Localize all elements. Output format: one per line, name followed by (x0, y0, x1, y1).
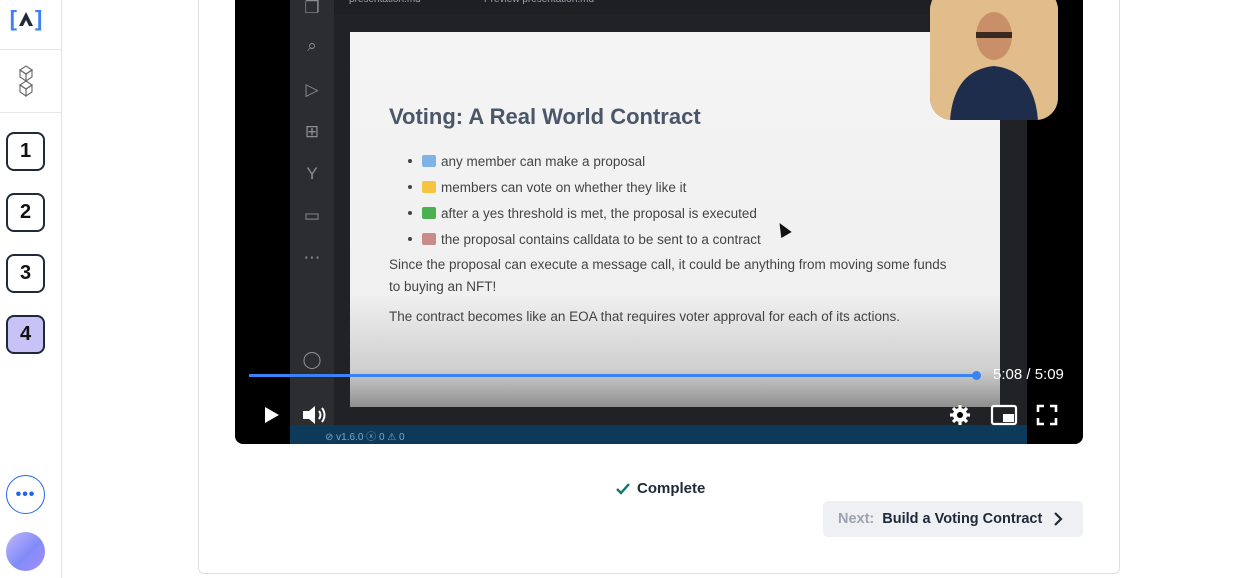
sidebar-divider (0, 112, 61, 113)
volume-button[interactable] (301, 402, 331, 428)
envelope-icon (422, 233, 436, 245)
editor-tab-active: Preview presentation.md (484, 0, 594, 10)
run-debug-icon: ▷ (305, 80, 319, 99)
fullscreen-icon (1036, 404, 1058, 426)
video-player[interactable]: ❐ ⌕ ▷ ⊞ Y ▭ ⋯ ◯ presentation.md Preview … (235, 0, 1083, 444)
search-icon: ⌕ (307, 36, 317, 55)
hexagons-icon[interactable] (14, 65, 38, 97)
fullscreen-button[interactable] (1035, 402, 1059, 428)
checkmark-icon (616, 482, 630, 495)
logo-bracket-left: [ (9, 6, 17, 31)
window-icon: ▭ (303, 206, 321, 225)
next-lesson-label: Build a Voting Contract (882, 511, 1043, 527)
editor-tab: presentation.md (349, 0, 421, 10)
video-time: 5:08 / 5:09 (993, 366, 1064, 383)
slide-bullet: any member can make a proposal (408, 148, 761, 174)
step-4-button[interactable]: 4 (6, 315, 45, 354)
settings-button[interactable] (948, 402, 972, 428)
presentation-slide: Voting: A Real World Contract any member… (350, 32, 1000, 407)
complete-label: Complete (637, 480, 706, 497)
tree-icon: Y (306, 164, 318, 183)
logo-mark-icon (19, 12, 33, 26)
next-prefix: Next: (838, 511, 875, 527)
slide-paragraph: The contract becomes like an EOA that re… (389, 309, 901, 324)
files-icon: ❐ (304, 0, 320, 17)
slide-title: Voting: A Real World Contract (389, 104, 701, 129)
video-progress-handle[interactable] (971, 371, 981, 380)
app-logo[interactable]: [ ] (6, 4, 46, 34)
editor-tab-bar: presentation.md Preview presentation.md (334, 0, 1027, 14)
extensions-icon: ⊞ (304, 122, 320, 141)
user-avatar[interactable] (6, 532, 45, 571)
slide-paragraph: Since the proposal can execute a message… (389, 257, 947, 294)
more-options-button[interactable]: ••• (6, 475, 45, 514)
slide-bullet: after a yes threshold is met, the propos… (408, 200, 761, 226)
presenter-image (930, 0, 1058, 120)
play-button[interactable] (259, 402, 283, 428)
sidebar: [ ] 1 2 3 4 ••• (0, 0, 62, 578)
gear-icon (950, 405, 970, 425)
account-icon: ◯ (302, 350, 322, 369)
people-icon (422, 155, 436, 167)
slide-bullets: any member can make a proposal members c… (408, 148, 761, 252)
slide-bullet: members can vote on whether they like it (408, 174, 761, 200)
chevron-right-icon (1054, 512, 1063, 526)
thumbs-up-icon (422, 181, 436, 193)
editor-status-bar: ⊘ v1.6.0 ⓧ 0 ⚠ 0 (290, 425, 1027, 444)
status-text: ⊘ v1.6.0 ⓧ 0 ⚠ 0 (325, 432, 405, 443)
check-box-icon (422, 207, 436, 219)
ellipsis-icon: ••• (15, 485, 36, 503)
step-3-button[interactable]: 3 (6, 254, 45, 293)
step-2-button[interactable]: 2 (6, 193, 45, 232)
complete-status[interactable]: Complete (615, 480, 705, 497)
slide-bullet: the proposal contains calldata to be sen… (408, 226, 761, 252)
next-lesson-button[interactable]: Next: Build a Voting Contract (823, 501, 1083, 537)
step-1-button[interactable]: 1 (6, 132, 45, 171)
volume-icon (303, 406, 326, 424)
video-progress-fill (249, 374, 977, 377)
sidebar-divider (0, 49, 61, 50)
video-frame-editor: ❐ ⌕ ▷ ⊞ Y ▭ ⋯ ◯ presentation.md Preview … (290, 0, 1058, 444)
editor-activity-bar: ❐ ⌕ ▷ ⊞ Y ▭ ⋯ ◯ (290, 0, 334, 444)
picture-in-picture-icon (990, 404, 1018, 426)
picture-in-picture-button[interactable] (990, 402, 1018, 428)
video-progress-bar[interactable] (249, 371, 981, 380)
logo-bracket-right: ] (35, 6, 43, 31)
play-icon (265, 407, 279, 423)
more-icon: ⋯ (303, 248, 321, 267)
presenter-webcam (930, 0, 1058, 120)
